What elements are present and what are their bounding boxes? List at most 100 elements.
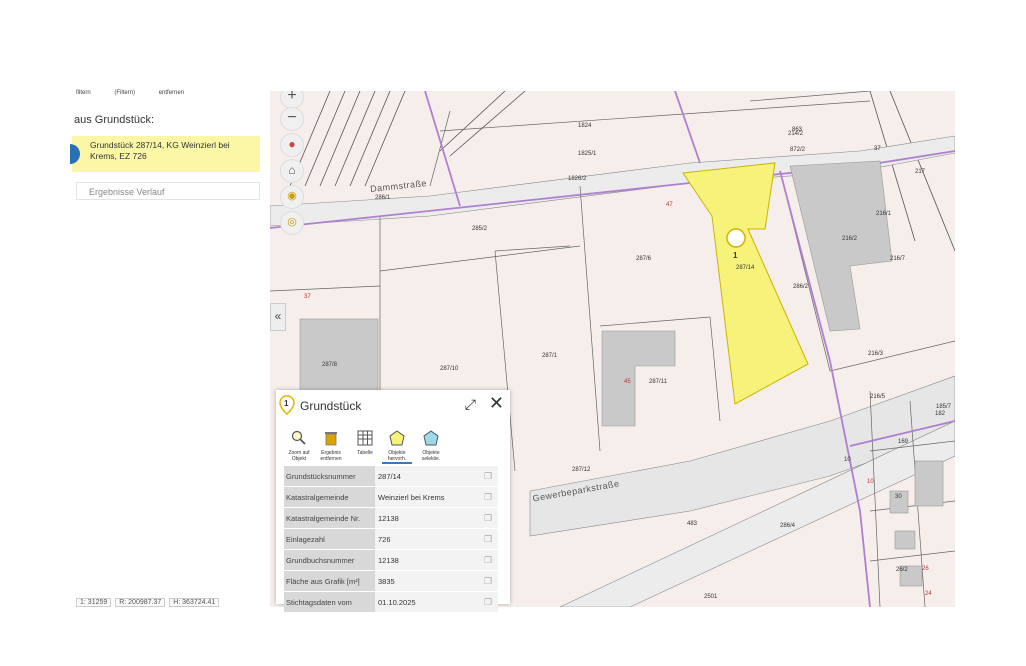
r-coordinate: R: 200987.37 [115,598,166,607]
table-row: Fläche aus Grafik [m²] 3835 ❐ [284,570,498,592]
house-number-label: 10 [867,479,874,485]
parcel-label: 287/8 [322,362,338,368]
house-number-label: 45 [624,379,631,385]
parcel-label: 287/10 [440,366,459,372]
parcel-label: 1824 [578,123,592,129]
parcel-label: 287/11 [649,379,667,385]
copy-icon[interactable]: ❐ [478,591,498,613]
highlight-objects-button[interactable]: Objekte hervorh. [382,430,412,464]
table-row: Grundbuchsnummer 12138 ❐ [284,549,498,571]
attr-value: 726 [375,528,478,550]
house-number-label: 37 [304,294,311,300]
parcel-info-popup: 1 Grundstück ⤢ ✕ Zoom auf Objekt Ergebni… [276,390,510,613]
parcel-label: 872/2 [790,147,806,153]
highlight-icon [389,430,405,446]
scale-value: 31259 [87,599,108,606]
attr-key: Grundstücksnummer [284,466,375,487]
copy-icon[interactable]: ❐ [478,486,498,508]
remove-result-button[interactable]: Ergebnis entfernen [316,430,346,462]
attr-key: Grundbuchsnummer [284,549,375,571]
trash-icon [325,432,337,446]
filter-action[interactable]: filtern [76,90,91,96]
tool-label: Objekte hervorh. [387,450,407,462]
coordinate-bar: 1: 31259 R: 200987.37 H: 363724.41 [76,598,270,610]
left-panel: filtern (Filtern) entfernen aus Grundstü… [70,88,268,608]
table-row: Grundstücksnummer 287/14 ❐ [284,466,498,487]
zoom-icon [291,430,306,445]
tool-label: Zoom auf Objekt [288,450,310,462]
collapse-panel-button[interactable]: « [270,303,286,331]
copy-icon[interactable]: ❐ [478,528,498,550]
parcel-label: 216/5 [870,394,886,400]
parcel-label: 287/6 [636,256,652,262]
parcel-label: 863 [792,127,803,133]
section-title: aus Grundstück: [74,114,155,126]
tool-label: Objekte selektie. [421,450,441,462]
table-button[interactable]: Tabelle [350,430,380,456]
select-objects-button[interactable]: Objekte selektie. [416,430,446,462]
remove-action[interactable]: entfernen [159,90,184,96]
parcel-label: 169 [898,439,909,445]
copy-icon[interactable]: ❐ [478,570,498,592]
attr-key: Katastralgemeinde [284,486,375,508]
attribute-table: Grundstücksnummer 287/14 ❐ Katastralgemein… [284,466,498,613]
attr-key: Katastralgemeinde Nr. [284,507,375,529]
filter-action-2[interactable]: (Filtern) [114,90,135,96]
parcel-label: 1826/2 [568,176,587,182]
attr-value: 01.10.2025 [375,591,478,613]
result-actions: filtern (Filtern) entfernen [76,90,206,96]
parcel-label: 2501 [704,594,718,600]
attr-value: 12138 [375,507,478,529]
result-item[interactable]: Grundstück 287/14, KG Weinzierl bei Krem… [70,136,260,172]
parcel-label: 483 [687,521,698,527]
result-marker-icon [70,144,80,164]
location-pin-icon[interactable]: ● [280,133,304,157]
zoom-out-button[interactable]: − [280,107,304,131]
parcel-label: 216/2 [842,236,858,242]
tool-label: Ergebnis entfernen [320,450,342,462]
parcel-label: 286/2 [793,284,809,290]
target-icon[interactable]: ◎ [280,211,304,235]
parcel-label: 26/2 [896,567,908,573]
table-row: Katastralgemeinde Nr. 12138 ❐ [284,507,498,529]
attr-value: 3835 [375,570,478,592]
tool-label: Tabelle [357,450,373,456]
parcel-label: 286/1 [375,195,391,201]
parcel-label: 287/1 [542,353,558,359]
house-number-label: 26 [922,566,929,572]
expand-icon[interactable]: ⤢ [465,396,476,413]
copy-icon[interactable]: ❐ [478,549,498,571]
attr-key: Fläche aus Grafik [m²] [284,570,375,592]
parcel-label: 185/7 [936,404,952,410]
history-dropdown[interactable]: Ergebnisse Verlauf [76,182,260,200]
parcel-label: 1825/1 [578,151,597,157]
parcel-label: 216/1 [876,211,892,217]
table-icon [357,430,373,446]
parcel-label: 285/2 [472,226,488,232]
close-icon[interactable]: ✕ [489,393,504,414]
zoom-to-object-button[interactable]: Zoom auf Objekt [284,430,314,462]
select-icon [423,430,439,446]
parcel-label: 216/7 [890,256,906,262]
scale-prefix: 1: [80,599,86,606]
parcel-label: 216/3 [868,351,884,357]
copy-icon[interactable]: ❐ [478,507,498,529]
parcel-label: 286/4 [780,523,796,529]
attr-value: 12138 [375,549,478,571]
house-number-label: 24 [925,591,932,597]
parcel-label: 37 [874,146,881,152]
attr-key: Stichtagsdaten vom [284,591,375,613]
popup-title: Grundstück [300,399,362,413]
attr-value: Weinzierl bei Krems [375,486,478,508]
home-icon[interactable]: ⌂ [280,159,304,183]
table-row: Katastralgemeinde Weinzierl bei Krems ❐ [284,486,498,508]
table-row: Stichtagsdaten vom 01.10.2025 ❐ [284,591,498,613]
parcel-label: 10 [844,457,851,463]
scale-readout: 1: 31259 [76,598,112,607]
copy-icon[interactable]: ❐ [478,466,498,487]
parcel-marker-icon [726,228,746,248]
parcel-label: 217 [915,169,926,175]
back-icon[interactable]: ◉ [280,185,304,209]
attr-value: 287/14 [375,466,478,487]
house-number-label: 47 [666,202,673,208]
